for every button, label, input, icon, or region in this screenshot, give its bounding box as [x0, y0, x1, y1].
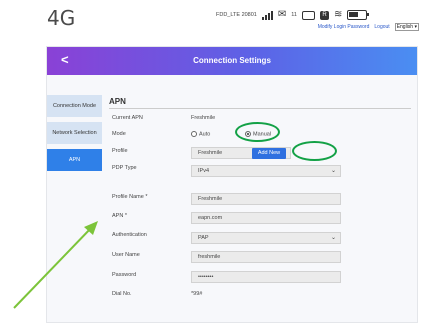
pointer-arrow-icon: [13, 221, 98, 309]
